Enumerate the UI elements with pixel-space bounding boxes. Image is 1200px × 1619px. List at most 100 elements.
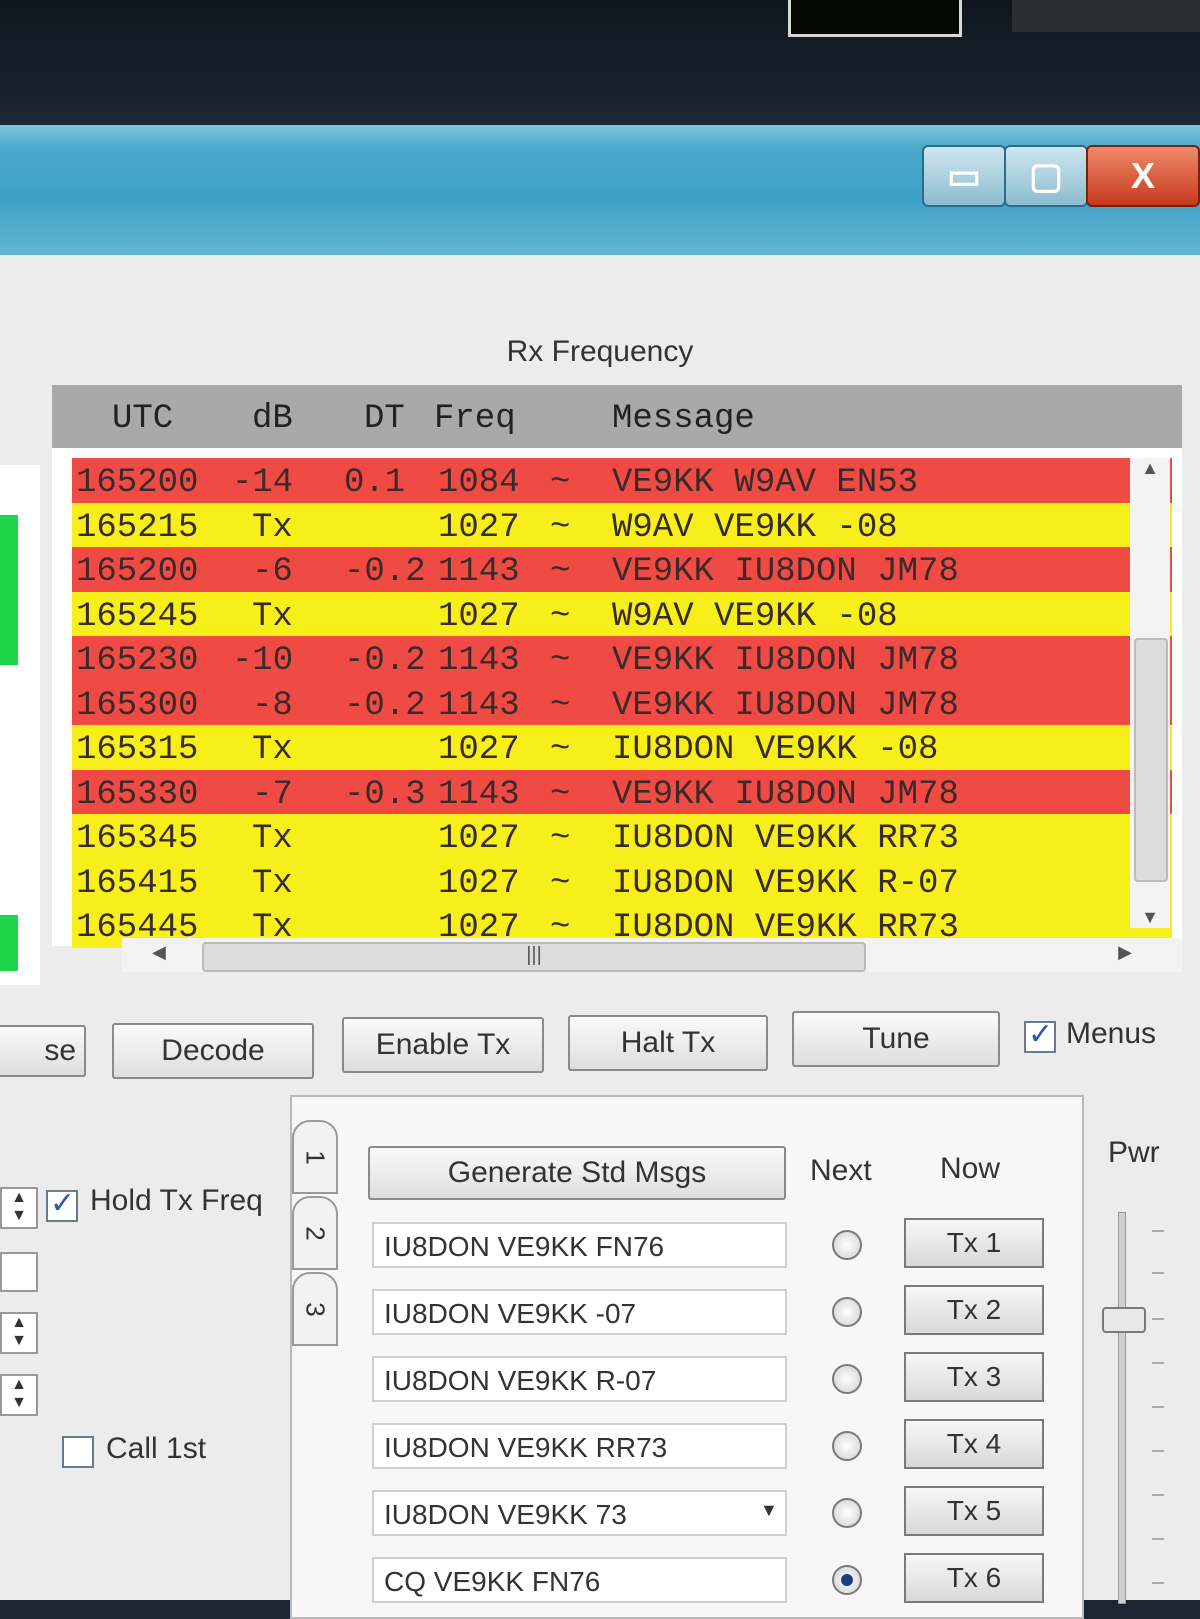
horizontal-scrollbar[interactable]: ◀ ||| ▶	[122, 938, 1182, 972]
cell-db: -8	[252, 686, 293, 725]
cell-freq: 1027	[438, 597, 520, 636]
now-label: Now	[940, 1152, 1001, 1185]
cell-freq: 1027	[438, 864, 520, 903]
cell-sep: ~	[550, 864, 571, 903]
scroll-up-icon[interactable]: ▲	[1130, 458, 1170, 479]
cell-db: -6	[252, 553, 293, 591]
scroll-down-icon[interactable]: ▼	[1130, 907, 1170, 928]
decode-row[interactable]: 165245 Tx 1027 ~ W9AV VE9KK -08	[72, 591, 1172, 636]
cell-freq: 1143	[438, 686, 520, 725]
next-radio-4[interactable]	[832, 1431, 862, 1461]
tab-3[interactable]: 3	[292, 1272, 338, 1346]
cell-dt: 0.1	[344, 464, 406, 502]
power-slider-knob[interactable]	[1102, 1307, 1146, 1333]
tab-2[interactable]: 2	[292, 1196, 338, 1270]
col-dt: DT	[364, 400, 405, 438]
scroll-right-icon[interactable]: ▶	[1118, 942, 1132, 963]
next-radio-6[interactable]	[832, 1565, 862, 1595]
tune-button[interactable]: Tune	[792, 1011, 1000, 1067]
decode-row[interactable]: 165200 -6 -0.2 1143 ~ VE9KK IU8DON JM78	[72, 547, 1172, 592]
cell-dt: -0.2	[344, 686, 426, 725]
next-radio-5[interactable]	[832, 1498, 862, 1528]
cell-db: -14	[232, 464, 294, 502]
tab-1[interactable]: 1	[292, 1120, 338, 1194]
generate-std-msgs-button[interactable]: Generate Std Msgs	[368, 1146, 786, 1200]
cell-sep: ~	[550, 553, 571, 591]
cell-dt: -0.3	[344, 775, 426, 814]
next-radio-2[interactable]	[832, 1297, 862, 1327]
next-radio-3[interactable]	[832, 1364, 862, 1394]
next-radio-1[interactable]	[832, 1230, 862, 1260]
decode-row[interactable]: 165215 Tx 1027 ~ W9AV VE9KK -08	[72, 502, 1172, 547]
maximize-button[interactable]: ▢	[1004, 145, 1088, 207]
decode-row[interactable]: 165200 -14 0.1 1084 ~ VE9KK W9AV EN53	[72, 458, 1172, 503]
scroll-left-icon[interactable]: ◀	[152, 942, 166, 963]
slider-tick	[1152, 1450, 1164, 1452]
cell-sep: ~	[550, 731, 571, 769]
col-freq: Freq	[434, 400, 516, 438]
tx4-button[interactable]: Tx 4	[904, 1419, 1044, 1469]
spinbox-tx-freq[interactable]: ▲ ▼	[0, 1187, 38, 1229]
decode-row[interactable]: 165230 -10 -0.2 1143 ~ VE9KK IU8DON JM78	[72, 636, 1172, 681]
scrollbar-thumb[interactable]	[1134, 638, 1168, 882]
cell-utc: 165415	[76, 864, 199, 903]
tx5-button[interactable]: Tx 5	[904, 1486, 1044, 1536]
close-button[interactable]: X	[1086, 145, 1200, 207]
tx3-message-field[interactable]: IU8DON VE9KK R-07	[372, 1356, 787, 1402]
decode-row[interactable]: 165345 Tx 1027 ~ IU8DON VE9KK RR73	[72, 814, 1172, 859]
power-slider-track[interactable]	[1118, 1212, 1126, 1604]
cell-sep: ~	[550, 686, 571, 725]
erase-button[interactable]: se	[0, 1025, 86, 1077]
cell-freq: 1143	[438, 775, 520, 814]
tx1-button[interactable]: Tx 1	[904, 1218, 1044, 1268]
tx1-message-field[interactable]: IU8DON VE9KK FN76	[372, 1222, 787, 1268]
minimize-button[interactable]: ▭	[922, 145, 1006, 207]
decode-row[interactable]: 165330 -7 -0.3 1143 ~ VE9KK IU8DON JM78	[72, 769, 1172, 814]
cell-db: -7	[252, 775, 293, 814]
cell-utc: 165200	[76, 553, 199, 591]
menus-checkbox[interactable]	[1024, 1017, 1056, 1053]
hold-tx-freq-checkbox[interactable]	[46, 1186, 78, 1222]
cell-utc: 165300	[76, 686, 199, 725]
tx6-message-field[interactable]: CQ VE9KK FN76	[372, 1557, 787, 1603]
tx3-button[interactable]: Tx 3	[904, 1352, 1044, 1402]
spinbox-rx[interactable]: ▲ ▼	[0, 1312, 38, 1354]
decode-row[interactable]: 165415 Tx 1027 ~ IU8DON VE9KK R-07	[72, 858, 1172, 903]
cell-freq: 1027	[438, 731, 520, 769]
tx2-button[interactable]: Tx 2	[904, 1285, 1044, 1335]
tx5-message-field[interactable]: IU8DON VE9KK 73	[372, 1490, 787, 1536]
cell-dt: -0.2	[344, 642, 426, 680]
external-panel	[1012, 0, 1200, 32]
halt-tx-button[interactable]: Halt Tx	[568, 1015, 768, 1071]
cell-message: IU8DON VE9KK -08	[612, 731, 939, 769]
cell-sep: ~	[550, 464, 571, 502]
decode-button[interactable]: Decode	[112, 1023, 314, 1079]
cell-utc: 165215	[76, 508, 199, 547]
tx2-message-field[interactable]: IU8DON VE9KK -07	[372, 1289, 787, 1335]
cell-message: W9AV VE9KK -08	[612, 508, 898, 547]
decode-list[interactable]: 165200 -14 0.1 1084 ~ VE9KK W9AV EN53 165215 Tx…	[72, 458, 1172, 948]
cell-message: VE9KK IU8DON JM78	[612, 642, 959, 680]
slider-tick	[1152, 1362, 1164, 1364]
cell-message: VE9KK IU8DON JM78	[612, 775, 959, 814]
rx-frequency-panel: UTC dB DT Freq Message 165200 -14 0.1 1084 ~…	[52, 385, 1182, 972]
col-message: Message	[612, 400, 755, 438]
cell-sep: ~	[550, 597, 571, 636]
cell-db: Tx	[252, 864, 293, 903]
cell-utc: 165200	[76, 464, 199, 502]
signal-level-bar	[0, 515, 18, 665]
chevron-down-icon[interactable]: ▼	[760, 1500, 778, 1521]
slider-tick	[1152, 1318, 1164, 1320]
tx4-message-field[interactable]: IU8DON VE9KK RR73	[372, 1423, 787, 1469]
enable-tx-button[interactable]: Enable Tx	[342, 1017, 544, 1073]
close-icon: X	[1130, 155, 1155, 196]
decode-row[interactable]: 165300 -8 -0.2 1143 ~ VE9KK IU8DON JM78	[72, 680, 1172, 725]
cell-freq: 1027	[438, 508, 520, 547]
call-1st-checkbox[interactable]	[62, 1436, 94, 1468]
tx6-button[interactable]: Tx 6	[904, 1553, 1044, 1603]
vertical-scrollbar[interactable]: ▲ ▼	[1130, 458, 1170, 928]
horizontal-scrollbar-thumb[interactable]: |||	[202, 942, 866, 972]
input-box-left[interactable]	[0, 1252, 38, 1292]
spinbox-rpt[interactable]: ▲ ▼	[0, 1374, 38, 1416]
decode-row[interactable]: 165315 Tx 1027 ~ IU8DON VE9KK -08	[72, 725, 1172, 770]
